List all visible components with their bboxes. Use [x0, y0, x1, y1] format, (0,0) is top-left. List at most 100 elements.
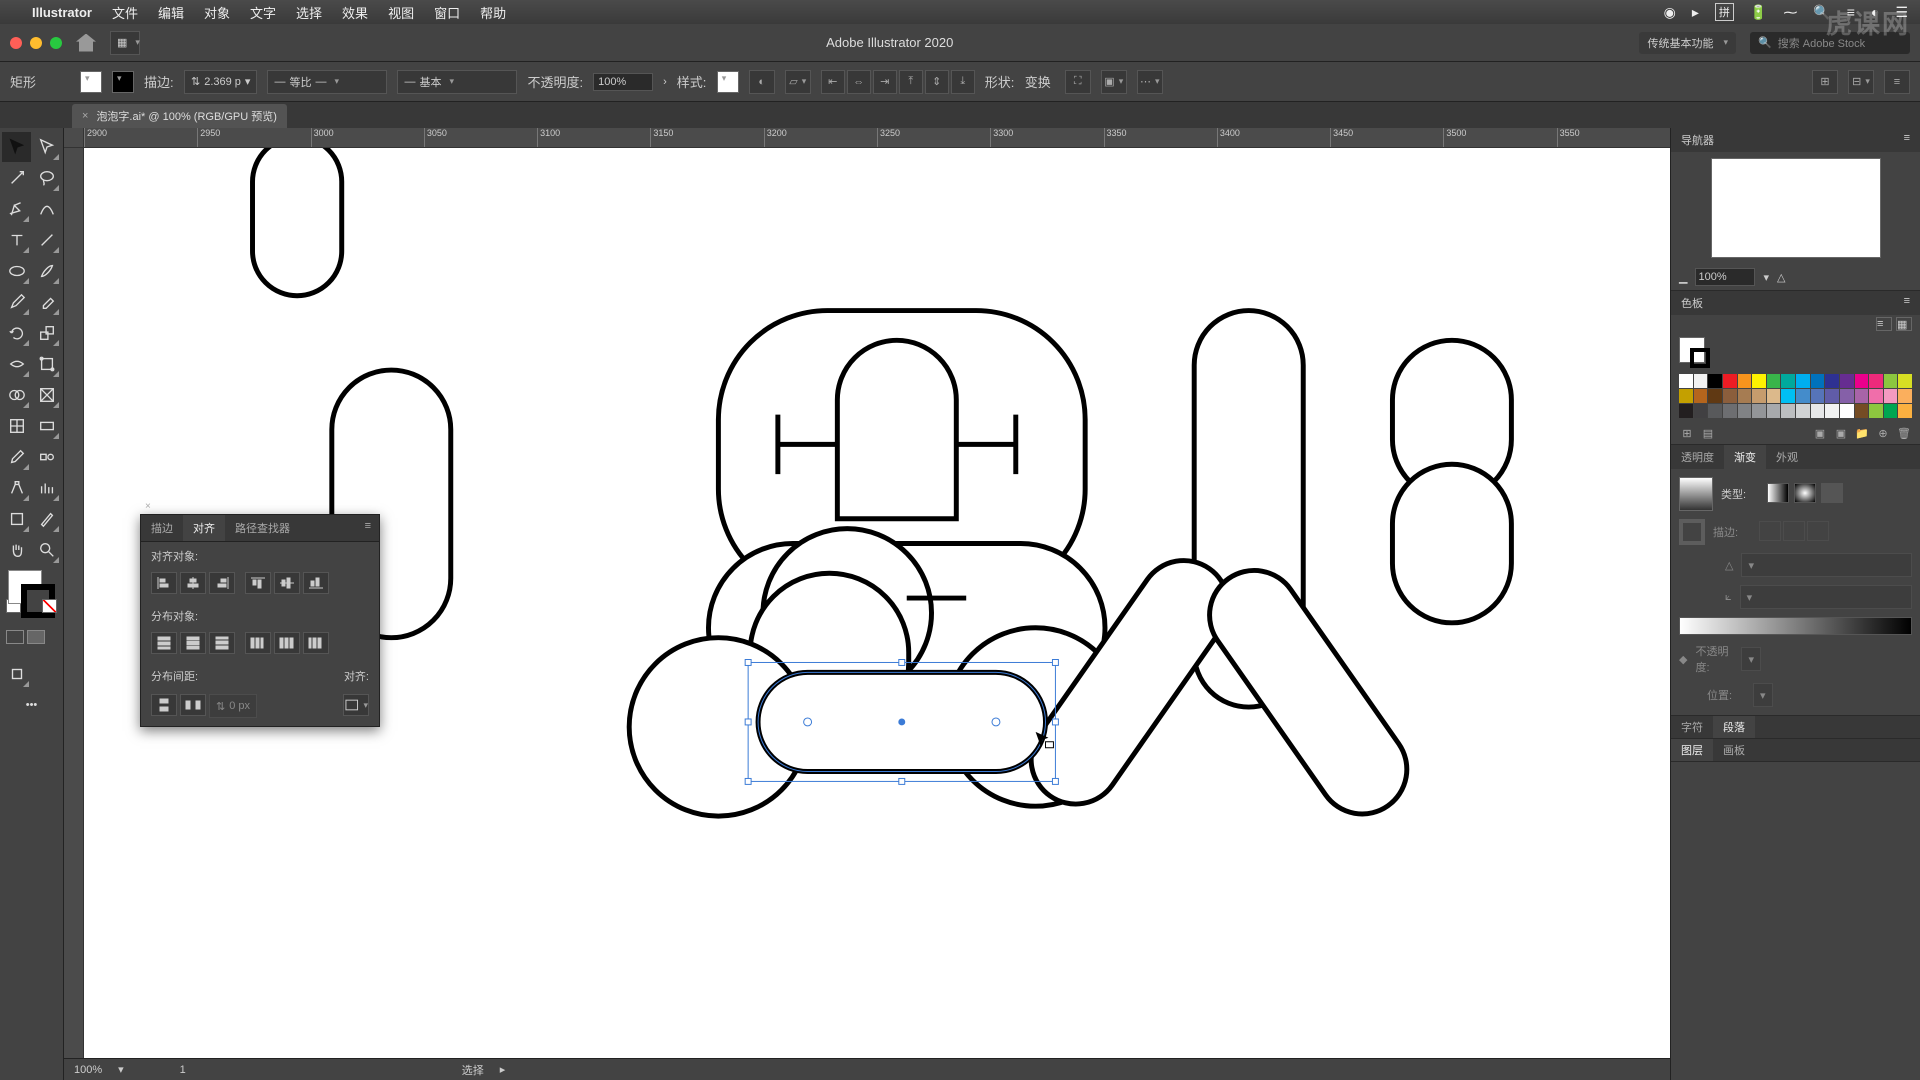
window-controls[interactable]: [10, 37, 62, 49]
stroke-swatch[interactable]: [112, 71, 134, 93]
tab-gradient[interactable]: 渐变: [1724, 445, 1766, 469]
menu-effect[interactable]: 效果: [342, 3, 368, 22]
halign-left[interactable]: [151, 572, 177, 594]
swatch[interactable]: [1679, 374, 1693, 388]
user-icon[interactable]: ☰: [1895, 4, 1908, 21]
swatch[interactable]: [1825, 404, 1839, 418]
document-tab[interactable]: × 泡泡字.ai* @ 100% (RGB/GPU 预览): [72, 104, 287, 128]
ruler-origin[interactable]: [64, 128, 84, 148]
line-tool[interactable]: [32, 225, 61, 255]
swatch[interactable]: [1811, 374, 1825, 388]
menu-window[interactable]: 窗口: [434, 3, 460, 22]
swatch[interactable]: [1767, 404, 1781, 418]
align-panel[interactable]: × 描边 对齐 路径查找器 ≡ 对齐对象: 分布对象: [140, 514, 380, 727]
artboard-tool[interactable]: [2, 504, 31, 534]
swatch[interactable]: [1752, 374, 1766, 388]
swatch[interactable]: [1767, 374, 1781, 388]
swatch[interactable]: [1723, 389, 1737, 403]
fill-stroke-indicator[interactable]: [2, 566, 61, 622]
gradient-slider[interactable]: [1679, 617, 1912, 635]
selection-tool[interactable]: [2, 132, 31, 162]
swatch[interactable]: [1781, 374, 1795, 388]
swatch[interactable]: [1811, 389, 1825, 403]
type-tool[interactable]: [2, 225, 31, 255]
scale-tool[interactable]: [32, 318, 61, 348]
tab-appearance[interactable]: 外观: [1766, 445, 1808, 469]
swatch[interactable]: [1884, 404, 1898, 418]
eraser-tool[interactable]: [32, 287, 61, 317]
swatch[interactable]: [1752, 404, 1766, 418]
perspective-tool[interactable]: [32, 380, 61, 410]
swatch[interactable]: [1694, 374, 1708, 388]
menu-file[interactable]: 文件: [112, 3, 138, 22]
swatch[interactable]: [1781, 389, 1795, 403]
magic-wand-tool[interactable]: [2, 163, 31, 193]
pen-tool[interactable]: [2, 194, 31, 224]
panel-menu-icon[interactable]: ≡: [1884, 70, 1910, 94]
recolor-icon[interactable]: ◐: [749, 70, 775, 94]
gradient-tool[interactable]: [32, 411, 61, 441]
spotlight-icon[interactable]: 🔍: [1813, 4, 1830, 21]
hand-tool[interactable]: [2, 535, 31, 565]
tab-paragraph[interactable]: 段落: [1713, 716, 1755, 738]
list-view-icon[interactable]: ≡: [1876, 317, 1892, 331]
tab-pathfinder[interactable]: 路径查找器: [225, 515, 300, 541]
halign-right[interactable]: [209, 572, 235, 594]
eyedropper-tool[interactable]: [2, 442, 31, 472]
swatch[interactable]: [1869, 374, 1883, 388]
swatch-kind-icon[interactable]: ▣: [1812, 426, 1828, 440]
doc-setup-icon[interactable]: ▱: [785, 70, 811, 94]
swatch[interactable]: [1708, 404, 1722, 418]
linear-gradient-icon[interactable]: [1767, 483, 1789, 503]
swatch[interactable]: [1752, 389, 1766, 403]
tab-artboards[interactable]: 画板: [1713, 739, 1755, 761]
swatch[interactable]: [1767, 389, 1781, 403]
stroke-weight-input[interactable]: ⇅2.369 p▾: [184, 70, 257, 94]
vdist-center[interactable]: [180, 632, 206, 654]
swatch[interactable]: [1855, 389, 1869, 403]
app-menu[interactable]: Illustrator: [32, 5, 92, 20]
full-screen-icon[interactable]: [27, 630, 45, 644]
vdist-top[interactable]: [151, 632, 177, 654]
gradient-preview[interactable]: [1679, 477, 1713, 511]
swatch[interactable]: [1884, 389, 1898, 403]
swatch[interactable]: [1869, 389, 1883, 403]
status-zoom[interactable]: 100%: [74, 1064, 102, 1076]
snap-icon[interactable]: ⊟: [1848, 70, 1874, 94]
swatch[interactable]: [1855, 374, 1869, 388]
hspace[interactable]: [180, 694, 206, 716]
menu-select[interactable]: 选择: [296, 3, 322, 22]
ellipse-tool[interactable]: [2, 256, 31, 286]
status-artboard[interactable]: 1: [180, 1064, 186, 1076]
isolate-icon[interactable]: ⛶: [1065, 70, 1091, 94]
swatch[interactable]: [1694, 404, 1708, 418]
grid-icon[interactable]: ⊞: [1812, 70, 1838, 94]
workspace-switcher[interactable]: 传统基本功能: [1639, 32, 1736, 54]
vdist-bottom[interactable]: [209, 632, 235, 654]
paintbrush-tool[interactable]: [32, 256, 61, 286]
none-color-icon[interactable]: [42, 599, 57, 613]
swatch-lib-icon[interactable]: ⊞: [1679, 426, 1695, 440]
normal-screen-icon[interactable]: [6, 630, 24, 644]
swatch[interactable]: [1723, 404, 1737, 418]
menu-object[interactable]: 对象: [204, 3, 230, 22]
new-group-icon[interactable]: 📁: [1854, 426, 1870, 440]
style-swatch[interactable]: [717, 71, 739, 93]
symbol-sprayer-tool[interactable]: [2, 473, 31, 503]
width-tool[interactable]: [2, 349, 31, 379]
valign-top[interactable]: [245, 572, 271, 594]
panel-menu-icon[interactable]: ≡: [357, 515, 379, 541]
siri-icon[interactable]: ◐: [1871, 4, 1879, 20]
horizontal-ruler[interactable]: 29002950 30003050 31003150 32003250 3300…: [84, 128, 1670, 148]
graph-tool[interactable]: [32, 473, 61, 503]
vertical-ruler[interactable]: [64, 148, 84, 1058]
swatch[interactable]: [1884, 374, 1898, 388]
fill-stroke-mini[interactable]: [1679, 337, 1705, 363]
swatch[interactable]: [1869, 404, 1883, 418]
freeform-gradient-icon[interactable]: [1821, 483, 1843, 503]
menu-help[interactable]: 帮助: [480, 3, 506, 22]
panel-menu-icon[interactable]: ≡: [1904, 132, 1910, 148]
screen-mode-row[interactable]: [2, 628, 61, 658]
swatch-options-icon[interactable]: ▣: [1833, 426, 1849, 440]
tab-transparency[interactable]: 透明度: [1671, 445, 1724, 469]
